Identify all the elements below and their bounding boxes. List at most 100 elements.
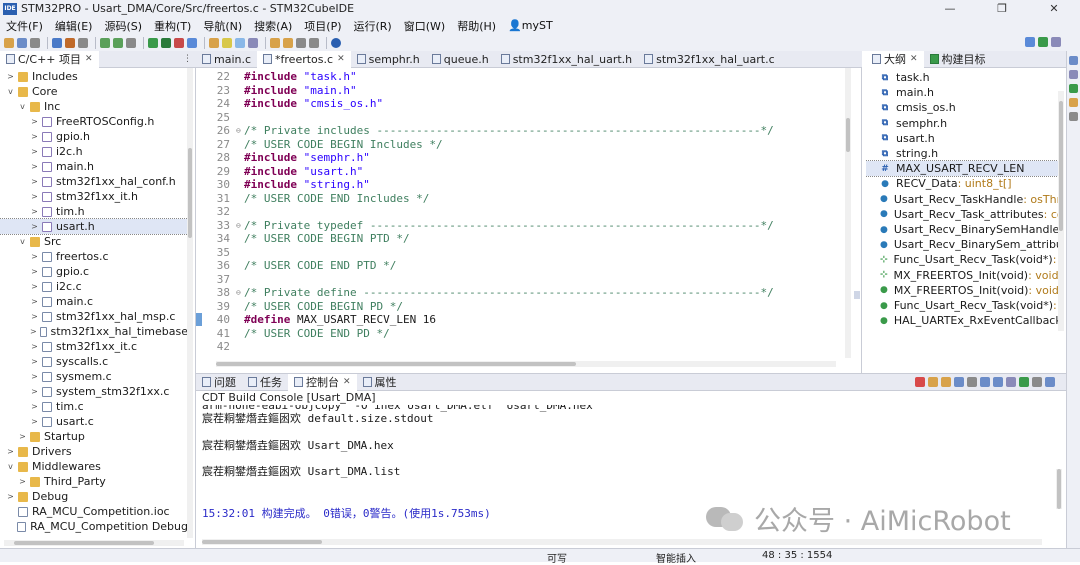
- console-tool-icon[interactable]: [941, 377, 951, 387]
- collapsed-chevron-icon[interactable]: >: [30, 327, 37, 336]
- clean-icon[interactable]: [78, 37, 88, 48]
- outline-item[interactable]: ⧉ task.h: [866, 70, 1058, 85]
- collapsed-chevron-icon[interactable]: >: [30, 282, 39, 291]
- collapsed-chevron-icon[interactable]: >: [30, 162, 39, 171]
- fold-toggle-icon[interactable]: ⊖: [236, 219, 244, 232]
- outline-item[interactable]: ● Usart_Recv_TaskHandle : osThrea: [866, 192, 1058, 207]
- console-tool-icon[interactable]: [993, 377, 1003, 387]
- view-menu-icon[interactable]: ⋮: [183, 54, 192, 64]
- outline-item[interactable]: ⊹ MX_FREERTOS_Init(void) : void: [866, 268, 1058, 283]
- collapsed-chevron-icon[interactable]: >: [6, 447, 15, 456]
- run-icon[interactable]: [161, 37, 171, 48]
- menu-myst[interactable]: 👤myST: [502, 19, 559, 32]
- console-hscrollbar[interactable]: [202, 539, 1042, 545]
- collapsed-chevron-icon[interactable]: >: [30, 357, 39, 366]
- perspective-cpp-icon[interactable]: [1025, 37, 1035, 47]
- collapsed-chevron-icon[interactable]: >: [6, 492, 15, 501]
- editor-tab[interactable]: semphr.h: [351, 51, 426, 68]
- tab-build-targets[interactable]: 构建目标: [924, 51, 992, 68]
- code-area[interactable]: 22 #include "task.h" 23 #include "main.h" 24…: [196, 68, 856, 358]
- tree-item[interactable]: > Startup: [0, 429, 188, 444]
- outline-item[interactable]: # MAX_USART_RECV_LEN: [866, 160, 1058, 178]
- editor-tab[interactable]: stm32f1xx_hal_uart.c: [638, 51, 781, 68]
- editor-tab[interactable]: queue.h: [426, 51, 495, 68]
- outline-item[interactable]: ●Usart_Recv_BinarySemHandle : o: [866, 222, 1058, 237]
- tree-item[interactable]: v Core: [0, 84, 188, 99]
- scroll-thumb[interactable]: [846, 118, 850, 152]
- collapsed-chevron-icon[interactable]: >: [30, 252, 39, 261]
- hammer-icon[interactable]: [65, 37, 75, 48]
- console-tab[interactable]: 控制台 ✕: [288, 373, 357, 391]
- collapsed-chevron-icon[interactable]: >: [6, 72, 15, 81]
- external-tools-icon[interactable]: [187, 37, 197, 48]
- perspective-debug-icon[interactable]: [1038, 37, 1048, 47]
- menu-navigate[interactable]: 导航(N): [197, 18, 248, 34]
- scroll-thumb[interactable]: [188, 148, 192, 238]
- fold-toggle-icon[interactable]: ⊖: [236, 286, 244, 299]
- tree-item[interactable]: > freertos.c: [0, 249, 188, 264]
- collapsed-chevron-icon[interactable]: >: [30, 207, 39, 216]
- collapsed-chevron-icon[interactable]: >: [30, 117, 39, 126]
- tree-item[interactable]: > stm32f1xx_hal_timebase: [0, 324, 188, 339]
- build-icon[interactable]: [52, 37, 62, 48]
- undo-icon[interactable]: [100, 37, 110, 48]
- expanded-chevron-icon[interactable]: v: [6, 462, 15, 471]
- tree-item[interactable]: > Includes: [0, 69, 188, 84]
- outline-item[interactable]: ●Func_Usart_Recv_Task(void*) : vo: [866, 298, 1058, 313]
- console-tool-icon[interactable]: [980, 377, 990, 387]
- console-tool-icon[interactable]: [915, 377, 925, 387]
- console-tool-icon[interactable]: [928, 377, 938, 387]
- toggle-whitespace-icon[interactable]: [248, 37, 258, 48]
- collapsed-chevron-icon[interactable]: >: [30, 312, 39, 321]
- project-tree-scrollbar[interactable]: [187, 68, 193, 538]
- tab-cpp-projects[interactable]: C/C++ 项目 ✕: [0, 50, 99, 68]
- open-element-icon[interactable]: [222, 37, 232, 48]
- tree-item[interactable]: > system_stm32f1xx.c: [0, 384, 188, 399]
- tree-item[interactable]: RA_MCU_Competition Debug: [0, 519, 188, 534]
- collapsed-chevron-icon[interactable]: >: [30, 387, 39, 396]
- console-tool-icon[interactable]: [1032, 377, 1042, 387]
- forward-icon[interactable]: [309, 37, 319, 48]
- collapsed-chevron-icon[interactable]: >: [30, 417, 39, 426]
- outline-item[interactable]: ⧉ usart.h: [866, 131, 1058, 146]
- tree-item[interactable]: > Drivers: [0, 444, 188, 459]
- editor-tab[interactable]: *freertos.c ✕: [257, 50, 351, 68]
- open-type-icon[interactable]: [209, 37, 219, 48]
- outline-item[interactable]: ● Usart_Recv_Task_attributes : con: [866, 207, 1058, 222]
- minimized-view-icon[interactable]: [1069, 112, 1078, 121]
- scroll-thumb[interactable]: [1059, 101, 1063, 231]
- new-file-icon[interactable]: [4, 37, 14, 48]
- expanded-chevron-icon[interactable]: v: [18, 102, 27, 111]
- tree-item[interactable]: > gpio.c: [0, 264, 188, 279]
- tab-outline[interactable]: 大纲 ✕: [866, 50, 924, 68]
- minimized-view-icon[interactable]: [1069, 70, 1078, 79]
- save-all-icon[interactable]: [30, 37, 40, 48]
- hscroll-thumb[interactable]: [216, 362, 576, 366]
- console-tool-icon[interactable]: [954, 377, 964, 387]
- tree-item[interactable]: > stm32f1xx_it.c: [0, 339, 188, 354]
- collapsed-chevron-icon[interactable]: >: [30, 177, 39, 186]
- editor-scrollbar[interactable]: [845, 68, 851, 358]
- tree-item[interactable]: > tim.c: [0, 399, 188, 414]
- minimized-view-icon[interactable]: [1069, 56, 1078, 65]
- outline-item[interactable]: ⧉ semphr.h: [866, 116, 1058, 131]
- stop-icon[interactable]: [174, 37, 184, 48]
- close-icon[interactable]: ✕: [343, 377, 351, 387]
- collapsed-chevron-icon[interactable]: >: [30, 297, 39, 306]
- tree-item[interactable]: > sysmem.c: [0, 369, 188, 384]
- console-tab[interactable]: 属性: [357, 374, 403, 391]
- menu-file[interactable]: 文件(F): [0, 18, 49, 34]
- menu-edit[interactable]: 编辑(E): [49, 18, 99, 34]
- outline-item[interactable]: ● RECV_Data : uint8_t[]: [866, 176, 1058, 191]
- collapsed-chevron-icon[interactable]: >: [30, 192, 39, 201]
- console-tool-icon[interactable]: [1045, 377, 1055, 387]
- editor-tab[interactable]: main.c: [196, 51, 257, 68]
- project-tree-hscrollbar[interactable]: [4, 540, 184, 546]
- next-annotation-icon[interactable]: [270, 37, 280, 48]
- tree-item[interactable]: > usart.c: [0, 414, 188, 429]
- console-tool-icon[interactable]: [967, 377, 977, 387]
- menu-help[interactable]: 帮助(H): [451, 18, 502, 34]
- redo-icon[interactable]: [113, 37, 123, 48]
- tree-item[interactable]: > stm32f1xx_it.h: [0, 189, 188, 204]
- hscroll-thumb[interactable]: [202, 540, 322, 544]
